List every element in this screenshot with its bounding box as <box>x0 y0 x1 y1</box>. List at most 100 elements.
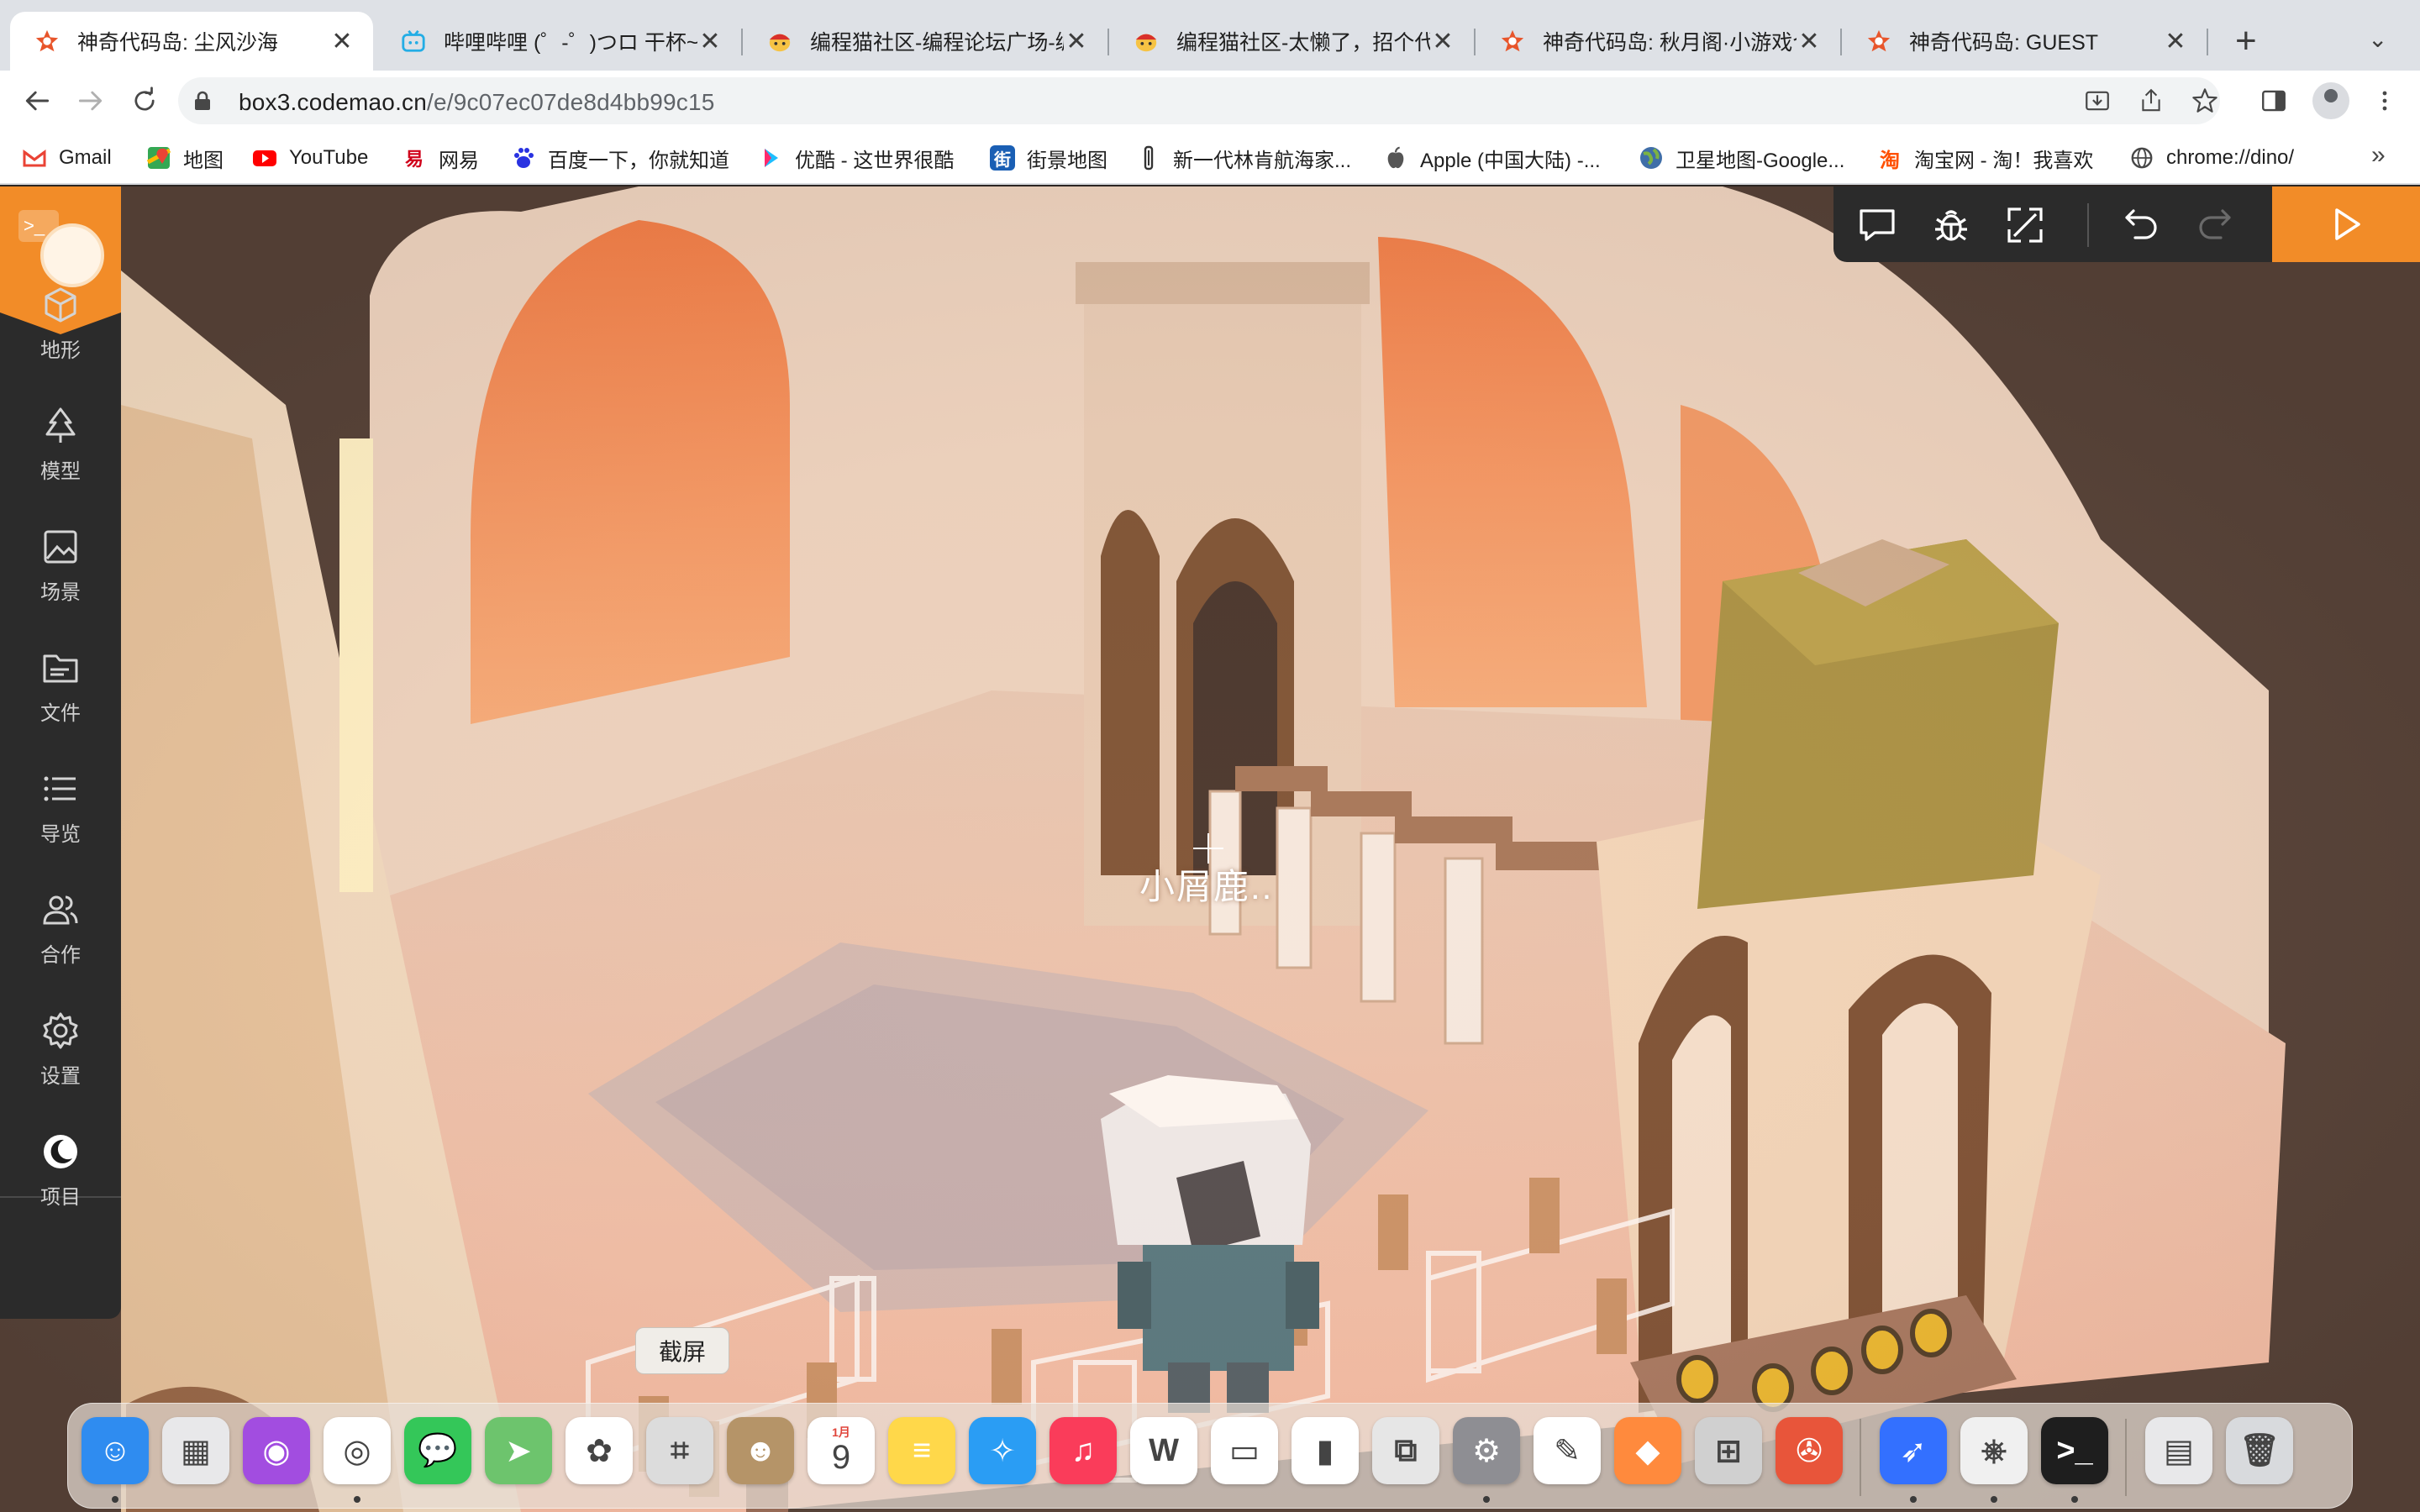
close-icon[interactable]: ✕ <box>697 27 723 56</box>
podcasts-icon[interactable]: ◉ <box>243 1417 310 1484</box>
maps-icon[interactable]: ➤ <box>485 1417 552 1484</box>
dock-glyph: ▦ <box>181 1433 211 1469</box>
tab-bcm-forum[interactable]: 编程猫社区-编程论坛广场-编 ✕ <box>743 12 1109 71</box>
tab-strip: 神奇代码岛: 尘风沙海 ✕ 哔哩哔哩 (゜-゜)つロ 干杯~- ✕ 编程猫社区-… <box>0 0 2420 71</box>
keynote-icon[interactable]: ▭ <box>1211 1417 1278 1484</box>
music-icon[interactable]: ♫ <box>1050 1417 1117 1484</box>
address-bar[interactable]: box3.codemao.cn/e/9c07ec07de8d4bb99c15 <box>178 77 2220 124</box>
bookmark-apple[interactable]: Apple (中国大陆) -... <box>1383 139 1601 176</box>
launchpad-icon[interactable]: ▦ <box>162 1417 229 1484</box>
close-icon[interactable]: ✕ <box>2163 27 2188 56</box>
contacts-icon[interactable]: ☻ <box>727 1417 794 1484</box>
close-icon[interactable]: ✕ <box>329 27 355 56</box>
sidebar-item-collab[interactable]: 合作 <box>0 874 121 983</box>
calendar-icon[interactable]: 1月 9 <box>808 1417 875 1484</box>
compass-app-icon[interactable]: ✇ <box>1776 1417 1843 1484</box>
bookmark-label: 地图 <box>183 149 224 172</box>
bookmark-baidu[interactable]: 百度一下，你就知道 <box>511 139 729 176</box>
dock-glyph: ⎈ <box>1981 1432 2007 1468</box>
netease-icon: 易 <box>404 149 424 170</box>
forward-button[interactable] <box>71 81 111 121</box>
profile-avatar[interactable] <box>2312 82 2349 119</box>
tab-codemao-games[interactable]: 神奇代码岛: 秋月阁·小游戏合 ✕ <box>1476 12 1842 71</box>
bookmark-star-icon[interactable] <box>2188 84 2222 118</box>
trash-icon[interactable]: 🗑 <box>2226 1417 2293 1484</box>
baidu-icon <box>511 145 536 171</box>
sidebar-item-label: 设置 <box>40 1064 81 1088</box>
install-app-icon[interactable] <box>2081 84 2114 118</box>
safari-icon[interactable]: ✧ <box>969 1417 1036 1484</box>
tab-codemao-active[interactable]: 神奇代码岛: 尘风沙海 ✕ <box>10 12 373 71</box>
editor-topbar <box>1833 186 2420 262</box>
screenshot-icon[interactable]: ⌗ <box>646 1417 713 1484</box>
chrome-icon[interactable]: ◎ <box>324 1417 391 1484</box>
running-indicator <box>1910 1496 1917 1503</box>
editor-viewport[interactable]: >_ 地形 模型 场景 文件 导览 合作 设置 项目 小屑鹿.. 截屏 <box>0 186 2420 1512</box>
back-button[interactable] <box>17 81 57 121</box>
sidebar-item-files[interactable]: 文件 <box>0 632 121 741</box>
tab-search-button[interactable]: ⌄ <box>2368 25 2387 53</box>
system-preferences-icon[interactable]: ⚙ <box>1453 1417 1520 1484</box>
tab-bilibili[interactable]: 哔哩哔哩 (゜-゜)つロ 干杯~- ✕ <box>376 12 743 71</box>
sidebar-item-project[interactable]: 项目 <box>0 1116 121 1225</box>
tab-codemao-guest[interactable]: 神奇代码岛: GUEST ✕ <box>1842 12 2208 71</box>
bookmark-dino[interactable]: chrome://dino/ <box>2129 139 2294 176</box>
chat-button[interactable] <box>1854 202 1901 249</box>
screenshot-folder-icon[interactable]: ▤ <box>2145 1417 2212 1484</box>
sidebar-item-terrain[interactable]: 地形 <box>0 269 121 378</box>
bookmark-maps[interactable]: 地图 <box>146 139 224 176</box>
bookmark-youtube[interactable]: YouTube <box>252 139 368 176</box>
color-app-icon[interactable]: ◆ <box>1614 1417 1681 1484</box>
screen-sharing-icon[interactable]: ⧉ <box>1372 1417 1439 1484</box>
messages-icon[interactable]: 💬 <box>404 1417 471 1484</box>
close-icon[interactable]: ✕ <box>1797 27 1822 56</box>
calculator-icon[interactable]: ⊞ <box>1695 1417 1762 1484</box>
numbers-icon[interactable]: ▮ <box>1292 1417 1359 1484</box>
side-panel-icon[interactable] <box>2257 84 2291 118</box>
dock-glyph: ⌗ <box>671 1432 689 1468</box>
sidebar-item-scene[interactable]: 场景 <box>0 511 121 620</box>
running-indicator <box>354 1496 360 1503</box>
forward-arrow-icon <box>78 91 103 111</box>
bcm-icon <box>1133 28 1160 55</box>
bookmark-streetview[interactable]: 街 街景地图 <box>990 139 1107 176</box>
photos-icon[interactable]: ✿ <box>566 1417 633 1484</box>
share-icon[interactable] <box>2134 84 2168 118</box>
dock-glyph: ◎ <box>343 1433 371 1469</box>
close-icon[interactable]: ✕ <box>1064 27 1089 56</box>
bcm-icon <box>766 28 793 55</box>
notes-icon[interactable]: ≡ <box>888 1417 955 1484</box>
bookmark-netease[interactable]: 易 网易 <box>402 139 479 176</box>
redo-button[interactable] <box>2191 202 2238 249</box>
tab-bcm-post[interactable]: 编程猫社区-太懒了，招个代 ✕ <box>1109 12 1476 71</box>
bookmark-taobao[interactable]: 淘 淘宝网 - 淘！我喜欢 <box>1877 139 2093 176</box>
pages-icon[interactable]: ✎ <box>1534 1417 1601 1484</box>
python-icon[interactable]: ⎈ <box>1960 1417 2028 1484</box>
sidebar-item-navigator[interactable]: 导览 <box>0 753 121 862</box>
finder-icon[interactable]: ☺ <box>82 1417 149 1484</box>
terminal-icon[interactable]: >_ <box>2041 1417 2108 1484</box>
new-tab-button[interactable]: + <box>2235 18 2257 64</box>
wps-icon[interactable]: W <box>1130 1417 1197 1484</box>
dock-glyph: ▮ <box>1316 1433 1334 1469</box>
bookmarks-overflow-button[interactable]: » <box>2371 141 2386 170</box>
reload-button[interactable] <box>124 81 165 121</box>
run-button[interactable] <box>2272 186 2420 262</box>
bookmark-lincoln[interactable]: 新一代林肯航海家... <box>1136 139 1351 176</box>
undo-button[interactable] <box>2118 202 2165 249</box>
gear-icon <box>43 1012 78 1048</box>
debug-button[interactable] <box>1928 202 1975 249</box>
lock-icon <box>195 91 210 110</box>
menu-kebab-icon[interactable] <box>2368 84 2402 118</box>
taobao-icon: 淘 <box>1880 149 1900 172</box>
close-icon[interactable]: ✕ <box>1430 27 1455 56</box>
sidebar-item-settings[interactable]: 设置 <box>0 995 121 1104</box>
bookmark-satellite[interactable]: 卫星地图-Google... <box>1639 139 1844 176</box>
bookmark-gmail[interactable]: Gmail <box>22 139 112 176</box>
fullscreen-button[interactable] <box>2002 202 2049 249</box>
dock-glyph: ➤ <box>505 1433 532 1469</box>
dock-glyph: ✿ <box>586 1433 613 1469</box>
bookmark-youku[interactable]: 优酷 - 这世界很酷 <box>758 139 954 176</box>
sidebar-item-models[interactable]: 模型 <box>0 390 121 499</box>
feishu-icon[interactable]: ➶ <box>1880 1417 1947 1484</box>
